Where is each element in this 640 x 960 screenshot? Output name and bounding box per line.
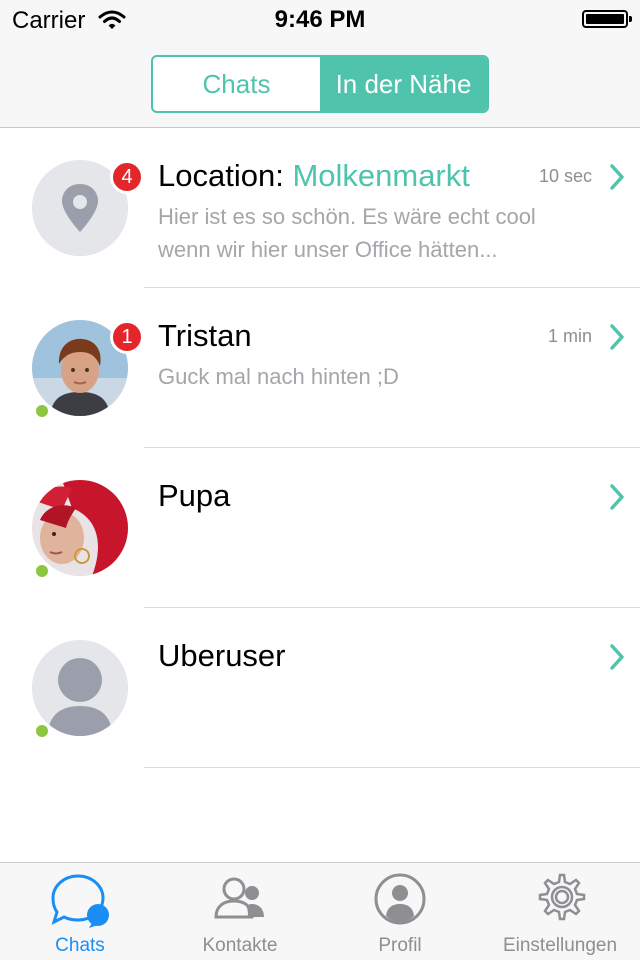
contact-name: Tristan xyxy=(158,318,252,353)
chevron-right-icon xyxy=(610,484,624,510)
tab-label: Profil xyxy=(378,935,422,956)
tab-label: Einstellungen xyxy=(502,935,618,956)
contact-name: Uberuser xyxy=(158,638,286,673)
gear-icon xyxy=(538,873,586,921)
clock: 9:46 PM xyxy=(274,6,366,33)
tab-settings[interactable]: Einstellungen xyxy=(480,863,640,960)
message-preview: Guck mal nach hinten ;D xyxy=(158,364,399,389)
tab-contacts[interactable]: Kontakte xyxy=(160,863,320,960)
tab-label: Chats xyxy=(55,935,105,956)
online-indicator xyxy=(33,402,51,420)
segment-nearby[interactable]: In der Nähe xyxy=(320,57,487,111)
contacts-icon xyxy=(214,877,264,919)
profile-icon xyxy=(374,873,426,925)
battery-icon xyxy=(582,10,632,28)
tab-label: Kontakte xyxy=(202,935,278,956)
tab-profile[interactable]: Profil xyxy=(320,863,480,960)
chat-row-tristan[interactable]: 1 Tristan 1 min Guck mal nach hinten ;D xyxy=(0,288,640,448)
chevron-right-icon xyxy=(610,164,624,190)
chat-title: Location: Molkenmarkt xyxy=(158,158,470,194)
chat-row-location[interactable]: 4 Location: Molkenmarkt 10 sec Hier ist … xyxy=(0,128,640,288)
navigation-bar: Chats In der Nähe xyxy=(0,40,640,128)
title-prefix: Location: xyxy=(158,158,293,193)
chat-list: 4 Location: Molkenmarkt 10 sec Hier ist … xyxy=(0,128,640,768)
contact-name: Pupa xyxy=(158,478,231,513)
tab-chats[interactable]: Chats xyxy=(0,863,160,960)
avatar xyxy=(32,480,128,576)
segment-chats[interactable]: Chats xyxy=(153,57,320,111)
segmented-control[interactable]: Chats In der Nähe xyxy=(151,55,489,113)
timestamp: 1 min xyxy=(547,326,592,346)
status-bar: Carrier 9:46 PM xyxy=(0,0,640,40)
unread-badge: 4 xyxy=(110,160,144,194)
avatar xyxy=(32,640,128,736)
chat-row-pupa[interactable]: Pupa xyxy=(0,448,640,608)
message-preview: Hier ist es so schön. Es wäre echt cool … xyxy=(158,204,536,262)
user-photo xyxy=(32,480,128,576)
location-name: Molkenmarkt xyxy=(292,158,470,193)
chevron-right-icon xyxy=(610,644,624,670)
online-indicator xyxy=(33,722,51,740)
chevron-right-icon xyxy=(610,324,624,350)
chat-bubbles-icon xyxy=(51,874,109,928)
default-person-icon xyxy=(32,640,128,736)
timestamp: 10 sec xyxy=(538,166,592,186)
tab-bar: Chats Kontakte Profil Einstellungen xyxy=(0,862,640,960)
chat-row-uberuser[interactable]: Uberuser xyxy=(0,608,640,768)
online-indicator xyxy=(33,562,51,580)
unread-badge: 1 xyxy=(110,320,144,354)
